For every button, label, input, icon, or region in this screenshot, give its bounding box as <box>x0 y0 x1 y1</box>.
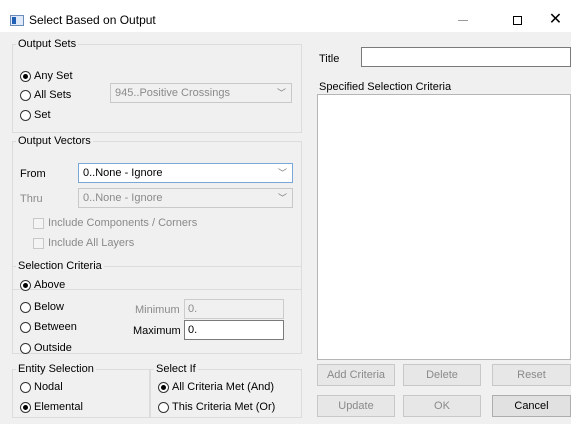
include-layers-checkbox[interactable]: Include All Layers <box>33 236 134 250</box>
selection-criteria-legend: Selection Criteria <box>18 260 102 272</box>
above-radio[interactable]: Above <box>20 278 65 292</box>
radio-icon <box>20 301 31 313</box>
outside-radio[interactable]: Outside <box>20 341 72 355</box>
thru-vector-combo[interactable]: 0..None - Ignore ﹀ <box>78 188 293 208</box>
this-criteria-label: This Criteria Met (Or) <box>172 401 276 413</box>
all-sets-label: All Sets <box>34 89 72 101</box>
specified-criteria-label: Specified Selection Criteria <box>319 81 452 93</box>
from-vector-value: 0..None - Ignore <box>83 167 163 179</box>
elemental-radio[interactable]: Elemental <box>20 400 83 414</box>
minimum-label: Minimum <box>135 304 180 316</box>
set-radio[interactable]: Set <box>20 108 51 122</box>
chevron-down-icon: ﹀ <box>277 193 287 203</box>
title-label: Title <box>319 53 340 65</box>
outside-label: Outside <box>34 342 72 354</box>
chevron-down-icon: ﹀ <box>276 88 286 98</box>
radio-icon <box>20 342 31 354</box>
include-components-checkbox[interactable]: Include Components / Corners <box>33 216 197 230</box>
maximum-input[interactable]: 0. <box>184 320 284 340</box>
criteria-list[interactable] <box>317 94 571 360</box>
ok-button[interactable]: OK <box>403 395 481 417</box>
set-label: Set <box>34 109 51 121</box>
maximize-button[interactable] <box>494 8 540 32</box>
include-components-label: Include Components / Corners <box>48 217 198 229</box>
from-label: From <box>20 168 46 180</box>
any-set-label: Any Set <box>34 70 73 82</box>
radio-icon <box>20 321 31 333</box>
checkbox-icon <box>33 217 44 229</box>
entity-selection-legend: Entity Selection <box>18 363 94 375</box>
checkbox-icon <box>33 237 44 249</box>
between-label: Between <box>34 321 77 333</box>
elemental-label: Elemental <box>34 401 83 413</box>
radio-icon <box>20 381 31 393</box>
nodal-radio[interactable]: Nodal <box>20 380 63 394</box>
output-set-value: 945..Positive Crossings <box>115 87 230 99</box>
below-label: Below <box>34 301 64 313</box>
maximum-label: Maximum <box>133 325 181 337</box>
radio-selected-icon <box>20 401 31 413</box>
title-input[interactable] <box>361 47 571 67</box>
radio-selected-icon <box>20 279 31 291</box>
minimum-input[interactable]: 0. <box>184 299 284 319</box>
cancel-button[interactable]: Cancel <box>492 395 571 417</box>
select-if-legend: Select If <box>156 363 196 375</box>
below-radio[interactable]: Below <box>20 300 64 314</box>
update-button[interactable]: Update <box>317 395 395 417</box>
minimize-button[interactable] <box>440 8 486 32</box>
close-icon: ✕ <box>548 11 563 28</box>
radio-icon <box>158 401 169 413</box>
reset-button[interactable]: Reset <box>492 364 571 386</box>
radio-icon <box>20 89 31 101</box>
above-label: Above <box>34 279 66 291</box>
include-layers-label: Include All Layers <box>48 237 135 249</box>
radio-icon <box>20 109 31 121</box>
output-set-combo[interactable]: 945..Positive Crossings ﹀ <box>110 83 292 103</box>
all-criteria-label: All Criteria Met (And) <box>172 381 275 393</box>
maximize-icon <box>512 15 522 25</box>
output-sets-legend: Output Sets <box>18 38 77 50</box>
window-title: Select Based on Output <box>29 13 156 27</box>
dialog-body: Output Sets Any Set All Sets Set 945..Po… <box>0 32 571 424</box>
title-bar: Select Based on Output ✕ <box>0 0 571 32</box>
all-sets-radio[interactable]: All Sets <box>20 88 71 102</box>
close-button[interactable]: ✕ <box>540 8 571 32</box>
app-icon <box>10 15 24 26</box>
any-set-radio[interactable]: Any Set <box>20 69 73 83</box>
radio-selected-icon <box>20 70 31 82</box>
thru-vector-value: 0..None - Ignore <box>83 192 163 204</box>
chevron-down-icon: ﹀ <box>277 168 287 178</box>
nodal-label: Nodal <box>34 381 63 393</box>
radio-selected-icon <box>158 381 169 393</box>
this-criteria-radio[interactable]: This Criteria Met (Or) <box>158 400 275 414</box>
minimize-icon <box>458 19 468 21</box>
delete-button[interactable]: Delete <box>403 364 481 386</box>
from-vector-combo[interactable]: 0..None - Ignore ﹀ <box>78 163 293 183</box>
add-criteria-button[interactable]: Add Criteria <box>317 364 395 386</box>
between-radio[interactable]: Between <box>20 320 77 334</box>
thru-label: Thru <box>20 193 43 205</box>
all-criteria-radio[interactable]: All Criteria Met (And) <box>158 380 274 394</box>
output-vectors-legend: Output Vectors <box>18 135 91 147</box>
